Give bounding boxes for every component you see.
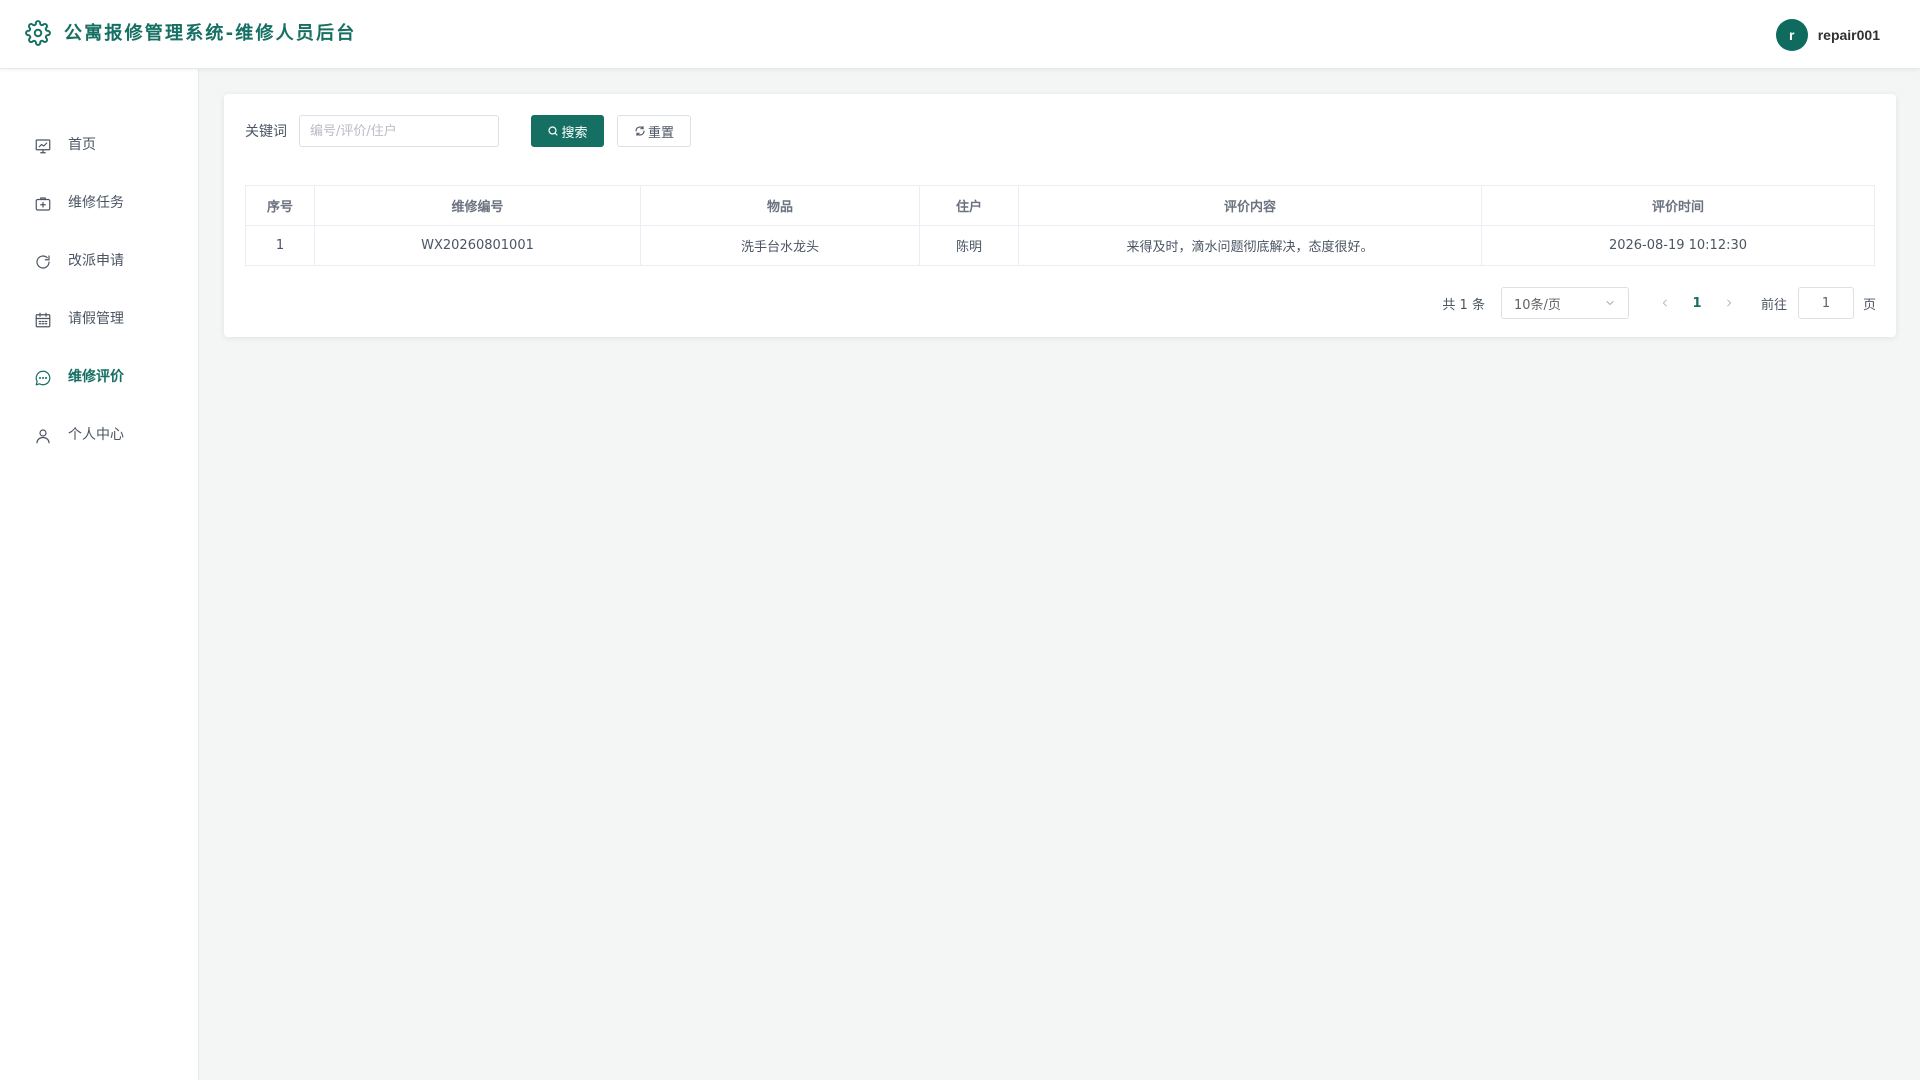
column-header-review-content: 评价内容: [1018, 185, 1482, 226]
refresh-icon: [635, 125, 645, 137]
column-header-index: 序号: [245, 185, 315, 226]
cell-review-time: 2026-08-19 10:12:30: [1481, 225, 1875, 266]
sidebar-item-label: 维修任务: [68, 195, 124, 211]
username[interactable]: repair001: [1818, 27, 1880, 43]
page-size-value: 10条/页: [1513, 297, 1561, 313]
sidebar-item-label: 请假管理: [68, 311, 124, 327]
calendar-icon: [35, 312, 51, 328]
gear-icon: [25, 20, 51, 46]
chevron-right-icon: [1727, 299, 1732, 307]
column-header-repair-no: 维修编号: [314, 185, 641, 226]
next-page-button[interactable]: [1717, 287, 1741, 319]
cell-review-content: 来得及时，滴水问题彻底解决，态度很好。: [1018, 225, 1482, 266]
top-header: 公寓报修管理系统-维修人员后台 r repair001: [0, 0, 1920, 69]
app-title: 公寓报修管理系统-维修人员后台: [64, 23, 357, 44]
chat-bubble-icon: [35, 370, 51, 386]
sidebar-item-label: 个人中心: [68, 427, 124, 443]
pagination-total: 共 1 条: [1442, 297, 1485, 313]
sidebar-item-leave[interactable]: 请假管理: [0, 290, 198, 348]
page-number-current[interactable]: 1: [1677, 296, 1717, 311]
sidebar-item-home[interactable]: 首页: [0, 116, 198, 174]
goto-label: 前往: [1760, 297, 1787, 313]
refresh-icon: [36, 255, 50, 269]
page-size-select[interactable]: 10条/页: [1500, 287, 1629, 319]
pagination: 共 1 条 10条/页 1 前往 页: [1442, 287, 1876, 319]
sidebar-item-repair-reviews[interactable]: 维修评价: [0, 348, 198, 406]
sidebar-item-label: 维修评价: [68, 369, 124, 385]
cell-index: 1: [245, 225, 315, 266]
cell-resident: 陈明: [919, 225, 1019, 266]
keyword-input[interactable]: [299, 115, 499, 147]
cell-repair-no: WX20260801001: [314, 225, 641, 266]
reset-button-label: 重置: [647, 125, 674, 141]
search-button-label: 搜索: [561, 125, 588, 141]
search-icon: [548, 126, 559, 136]
dashboard-icon: [35, 139, 51, 154]
user-icon: [36, 429, 50, 444]
reviews-table: 序号 维修编号 物品 住户 评价内容 评价时间 1 WX20260801001 …: [245, 185, 1875, 266]
sidebar-item-repair-tasks[interactable]: 维修任务: [0, 174, 198, 232]
table-row[interactable]: 1 WX20260801001 洗手台水龙头 陈明 来得及时，滴水问题彻底解决，…: [245, 225, 1875, 266]
goto-page-input[interactable]: [1797, 287, 1854, 319]
user-menu[interactable]: r repair001: [1775, 19, 1880, 51]
sidebar-item-label: 改派申请: [68, 253, 124, 269]
page-suffix-label: 页: [1862, 297, 1876, 313]
chevron-down-icon: [1606, 301, 1614, 305]
chevron-left-icon: [1662, 299, 1667, 307]
search-button[interactable]: 搜索: [531, 115, 604, 147]
reviews-card: 关键词 搜索 重置 序号 维修编号 物品 住户 评价内容 评价时间: [224, 94, 1896, 337]
table-header-row: 序号 维修编号 物品 住户 评价内容 评价时间: [245, 185, 1875, 226]
column-header-resident: 住户: [919, 185, 1019, 226]
sidebar-item-reassign[interactable]: 改派申请: [0, 232, 198, 290]
prev-page-button[interactable]: [1653, 287, 1677, 319]
sidebar: 首页 维修任务 改派申请 请假管理 维修评价 个人中心: [0, 69, 199, 1080]
sidebar-item-label: 首页: [68, 137, 96, 153]
avatar[interactable]: r: [1775, 19, 1808, 51]
keyword-label: 关键词: [245, 124, 287, 140]
column-header-item: 物品: [640, 185, 920, 226]
column-header-review-time: 评价时间: [1481, 185, 1875, 226]
reset-button[interactable]: 重置: [617, 115, 691, 147]
sidebar-item-profile[interactable]: 个人中心: [0, 406, 198, 464]
cell-item: 洗手台水龙头: [640, 225, 920, 266]
medical-box-icon: [35, 197, 51, 211]
